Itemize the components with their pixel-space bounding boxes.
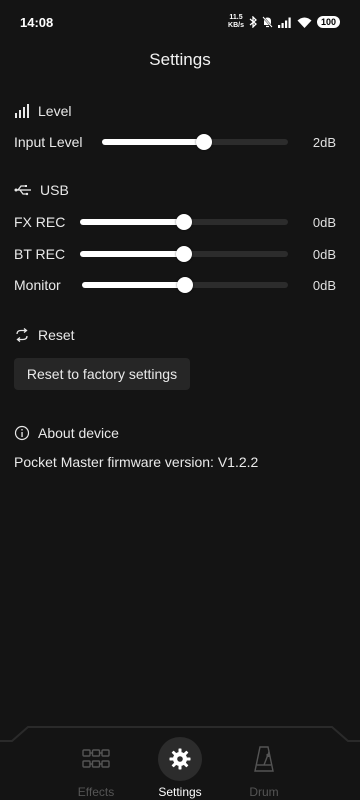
monitor-slider-fill xyxy=(82,282,185,288)
monitor-slider[interactable] xyxy=(82,277,288,293)
bt-rec-slider-fill xyxy=(80,251,184,257)
level-section-header: Level xyxy=(14,103,71,119)
status-time: 14:08 xyxy=(20,14,54,30)
bt-rec-slider[interactable] xyxy=(80,246,288,262)
monitor-value: 0dB xyxy=(312,277,336,293)
refresh-icon xyxy=(16,328,28,342)
about-section-title: About device xyxy=(38,425,119,441)
input-level-slider[interactable] xyxy=(102,134,288,150)
bluetooth-icon xyxy=(249,16,257,28)
fx-rec-value: 0dB xyxy=(312,214,336,230)
firmware-version: Pocket Master firmware version: V1.2.2 xyxy=(14,454,259,470)
bt-rec-slider-row: BT REC 0dB xyxy=(14,242,336,266)
wifi-icon xyxy=(297,17,312,28)
metronome-icon xyxy=(254,746,274,772)
input-level-slider-row: Input Level 2dB xyxy=(14,130,336,154)
battery-indicator: 100 xyxy=(316,16,340,28)
nav-effects-label: Effects xyxy=(77,785,115,799)
fx-rec-slider-fill xyxy=(80,219,184,225)
gear-icon xyxy=(169,748,191,770)
nav-effects[interactable]: Effects xyxy=(56,737,136,799)
net-speed: 11.5 KB/s xyxy=(228,14,244,29)
status-icons: 11.5 KB/s 100 xyxy=(228,14,340,30)
status-bar: 14:08 11.5 KB/s 100 xyxy=(0,0,360,44)
nav-settings-label: Settings xyxy=(158,785,202,799)
fx-rec-label: FX REC xyxy=(14,214,66,230)
fx-rec-slider[interactable] xyxy=(80,214,288,230)
bt-rec-value: 0dB xyxy=(312,246,336,262)
bt-rec-label: BT REC xyxy=(14,246,66,262)
nav-drum[interactable]: Drum xyxy=(224,737,304,799)
nav-settings[interactable]: Settings xyxy=(140,737,220,799)
about-section-header: About device xyxy=(14,425,119,441)
effects-chain-icon xyxy=(82,749,110,768)
reset-section-title: Reset xyxy=(38,327,75,343)
input-level-slider-thumb[interactable] xyxy=(196,134,213,150)
usb-section-title: USB xyxy=(40,182,69,198)
level-section-title: Level xyxy=(38,103,72,119)
fx-rec-slider-row: FX REC 0dB xyxy=(14,210,336,234)
input-level-slider-fill xyxy=(102,139,205,145)
usb-section-header: USB xyxy=(14,182,69,198)
page-title: Settings xyxy=(149,50,211,69)
bottom-nav: Effects Settings Drum xyxy=(0,722,360,800)
bt-rec-slider-thumb[interactable] xyxy=(176,246,192,262)
reset-section-header: Reset xyxy=(14,327,75,343)
signal-bars-icon xyxy=(15,104,29,118)
reset-factory-button[interactable]: Reset to factory settings xyxy=(14,358,190,390)
cell-signal-icon xyxy=(277,17,291,28)
usb-icon xyxy=(14,185,31,196)
monitor-label: Monitor xyxy=(14,277,61,293)
monitor-slider-thumb[interactable] xyxy=(177,277,193,293)
input-level-value: 2dB xyxy=(312,134,336,150)
input-level-label: Input Level xyxy=(14,134,83,150)
monitor-slider-row: Monitor 0dB xyxy=(14,273,336,297)
info-icon xyxy=(14,425,30,441)
mute-bell-icon xyxy=(262,16,273,28)
fx-rec-slider-thumb[interactable] xyxy=(176,214,192,230)
nav-drum-label: Drum xyxy=(249,785,279,799)
